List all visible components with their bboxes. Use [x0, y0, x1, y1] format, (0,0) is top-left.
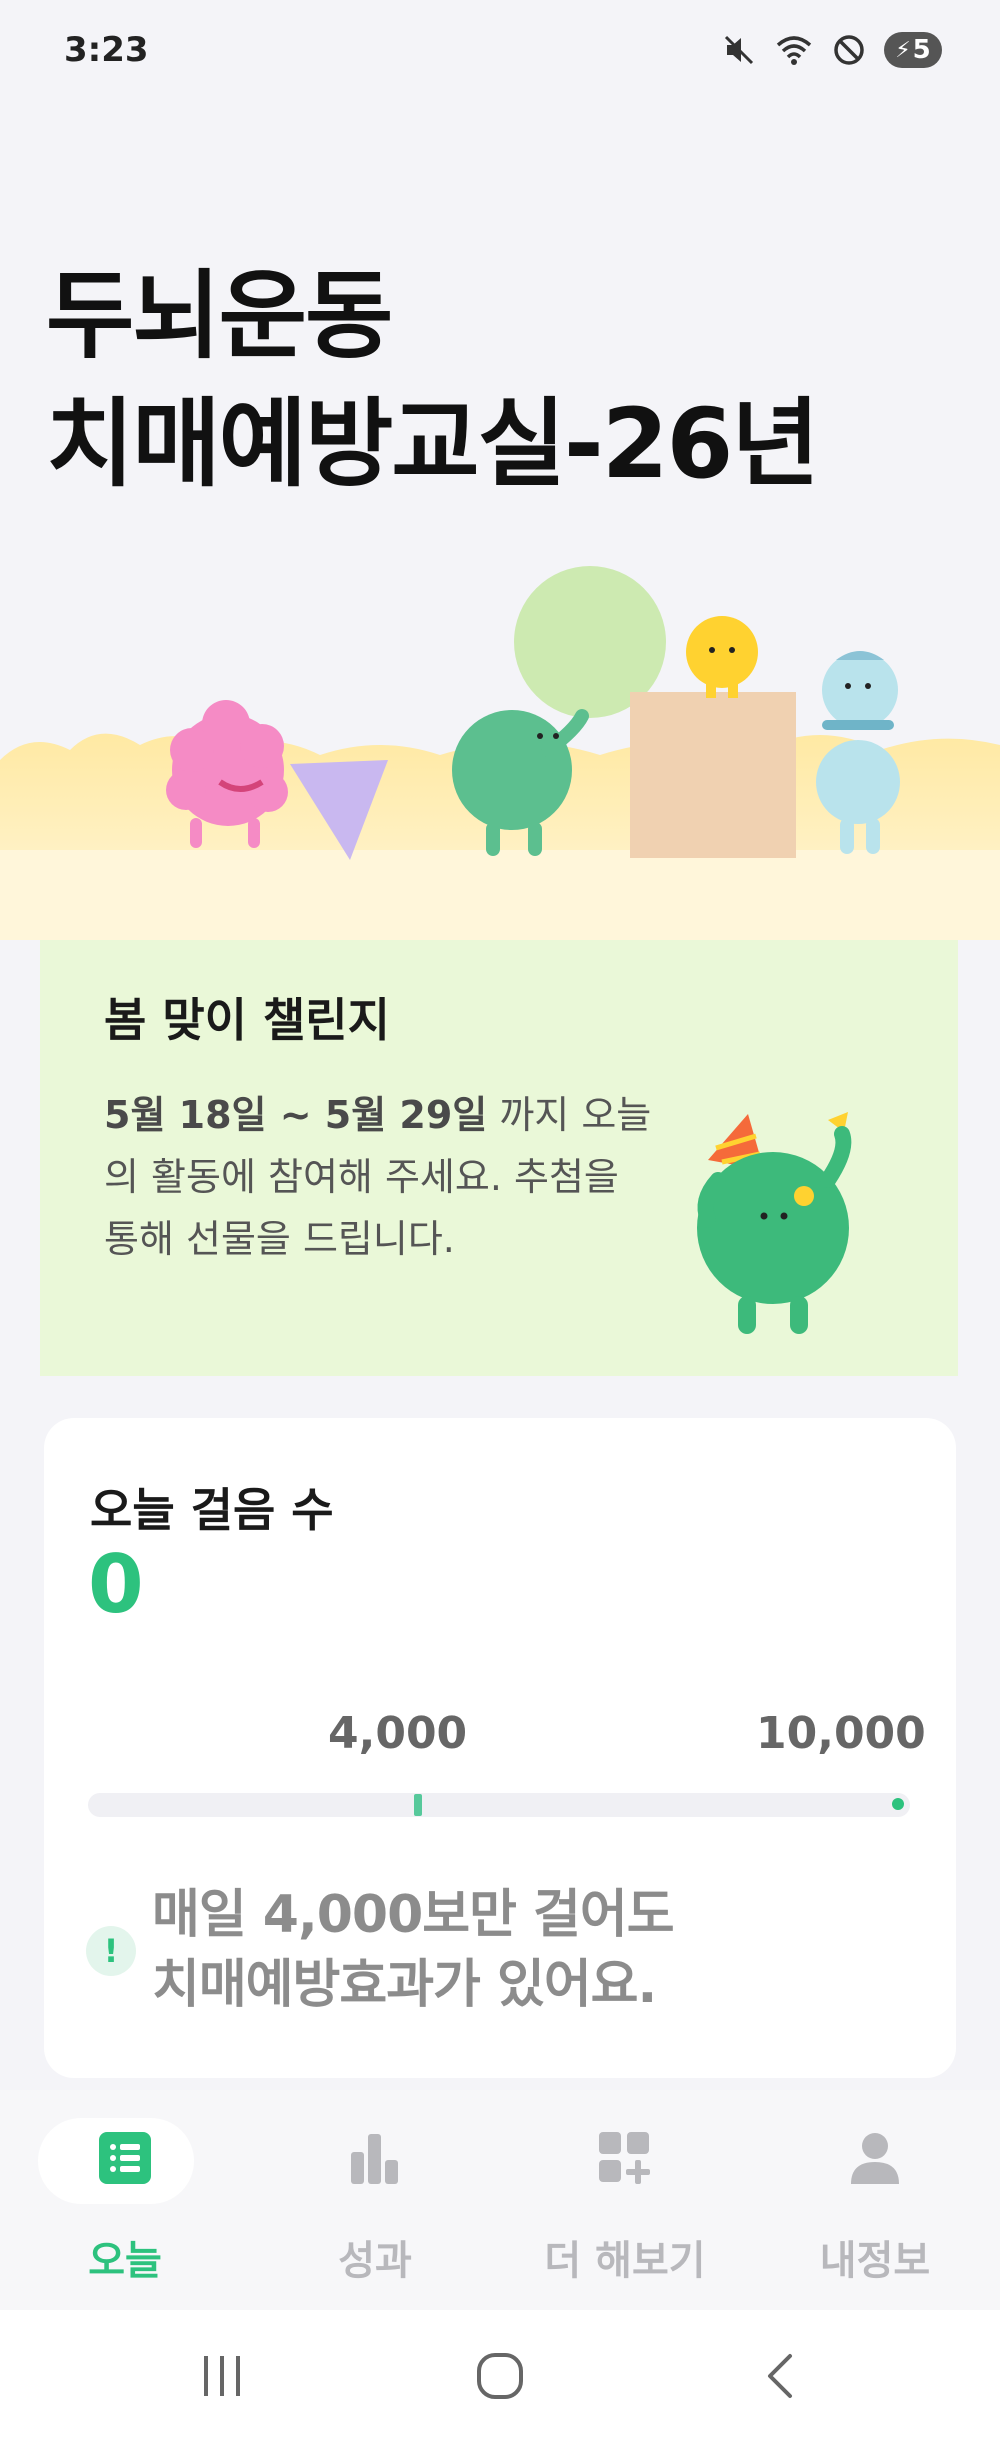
- steps-tip-line1: 매일 4,000보만 걸어도: [152, 1885, 675, 1945]
- challenge-banner[interactable]: 봄 맞이 챌린지 5월 18일 ~ 5월 29일 까지 오늘의 활동에 참여해 …: [40, 940, 958, 1376]
- party-character-illustration: [697, 1112, 852, 1334]
- steps-progress-track: [88, 1793, 910, 1817]
- challenge-title: 봄 맞이 챌린지: [104, 993, 390, 1047]
- page-title: 두뇌운동 치매예방교실-26년: [46, 252, 820, 508]
- person-icon: [851, 2133, 899, 2184]
- nav-item-more[interactable]: 더 해보기: [500, 2090, 750, 2310]
- bar-chart-icon: [351, 2134, 398, 2184]
- challenge-date-range: 5월 18일 ~ 5월 29일: [104, 1093, 488, 1137]
- list-icon: [99, 2132, 151, 2184]
- back-icon[interactable]: [756, 2350, 808, 2402]
- add-widget-icon: [599, 2132, 650, 2184]
- steps-goal-dot: [892, 1798, 904, 1810]
- steps-milestone-mid: 4,000: [328, 1708, 468, 1759]
- page-title-line1: 두뇌운동: [46, 260, 393, 372]
- steps-label: 오늘 걸음 수: [90, 1483, 334, 1537]
- nav-label-profile: 내정보: [819, 2238, 931, 2284]
- yellow-character: [686, 616, 758, 698]
- recent-apps-icon[interactable]: [196, 2350, 248, 2402]
- status-icons: ⚡ 5: [722, 32, 942, 68]
- challenge-description: 5월 18일 ~ 5월 29일 까지 오늘의 활동에 참여해 주세요. 추첨을 …: [104, 1084, 664, 1270]
- page-title-line2: 치매예방교실-26년: [46, 388, 820, 500]
- mute-icon: [724, 35, 754, 65]
- hero-illustration: [0, 566, 1000, 940]
- home-icon[interactable]: [474, 2350, 526, 2402]
- status-time: 3:23: [64, 30, 149, 70]
- nav-item-today[interactable]: 오늘: [0, 2090, 250, 2310]
- battery-level: 5: [912, 35, 931, 65]
- wifi-icon: [776, 36, 812, 65]
- nav-item-profile[interactable]: 내정보: [750, 2090, 1000, 2310]
- steps-tip-line2: 치매예방효과가 있어요.: [152, 1955, 657, 2015]
- bottom-nav: 오늘 성과 더 해보기 내정보: [0, 2090, 1000, 2310]
- steps-count: 0: [88, 1538, 144, 1631]
- do-not-disturb-icon: [834, 35, 864, 65]
- steps-milestone-end: 10,000: [756, 1708, 926, 1759]
- steps-milestone-marker: [414, 1794, 422, 1816]
- system-nav-bar: [0, 2310, 1000, 2444]
- nav-label-today: 오늘: [88, 2238, 162, 2284]
- nav-label-more: 더 해보기: [544, 2238, 706, 2284]
- nav-label-results: 성과: [338, 2238, 412, 2284]
- steps-card: 오늘 걸음 수 0 4,000 10,000 ! 매일 4,000보만 걸어도 …: [44, 1418, 956, 2078]
- steps-tip: 매일 4,000보만 걸어도 치매예방효과가 있어요.: [152, 1880, 675, 2020]
- battery-charging-icon: ⚡ 5: [884, 32, 942, 68]
- nav-item-results[interactable]: 성과: [250, 2090, 500, 2310]
- info-icon: !: [86, 1926, 136, 1976]
